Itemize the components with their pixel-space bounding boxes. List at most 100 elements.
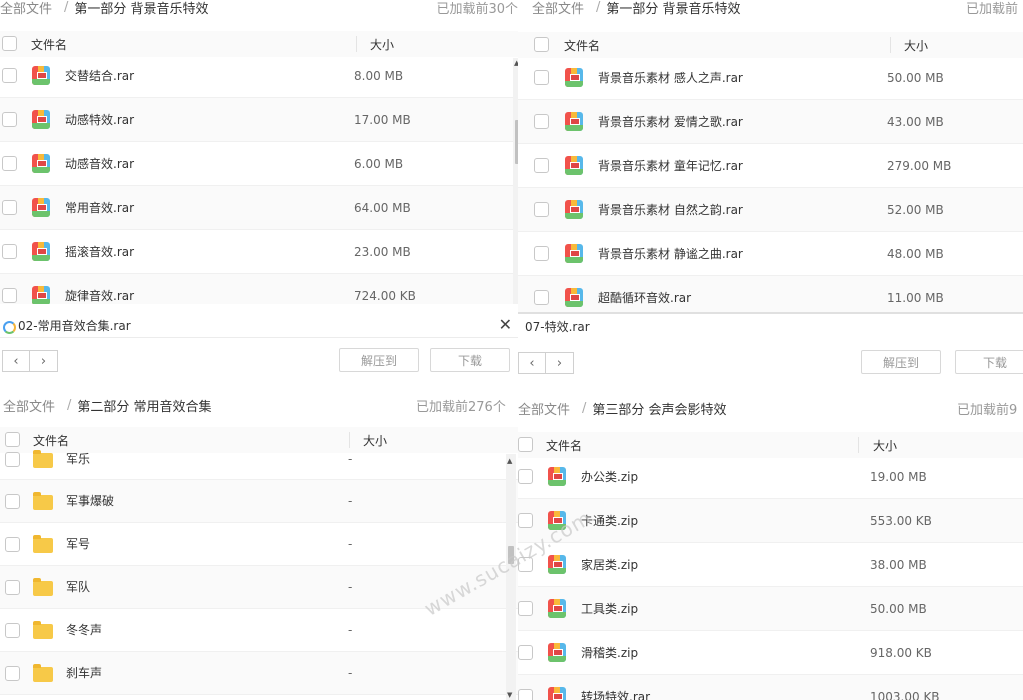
row-checkbox[interactable] xyxy=(534,114,549,129)
row-checkbox[interactable] xyxy=(518,601,533,616)
file-name[interactable]: 常用音效.rar xyxy=(65,186,134,230)
row-checkbox[interactable] xyxy=(5,623,20,638)
column-size-header[interactable]: 大小 xyxy=(873,437,897,454)
file-name[interactable]: 家居类.zip xyxy=(581,543,638,587)
row-checkbox[interactable] xyxy=(2,244,17,259)
table-row[interactable]: 背景音乐素材 童年记忆.rar 279.00 MB xyxy=(518,144,1023,188)
table-row[interactable]: 军乐 - xyxy=(0,438,518,480)
row-checkbox[interactable] xyxy=(5,494,20,509)
select-all-checkbox[interactable] xyxy=(534,37,549,52)
row-checkbox[interactable] xyxy=(2,68,17,83)
row-checkbox[interactable] xyxy=(2,200,17,215)
file-name[interactable]: 背景音乐素材 爱情之歌.rar xyxy=(598,100,743,144)
table-row[interactable]: 工具类.zip 50.00 MB xyxy=(518,587,1023,631)
table-row[interactable]: 动感特效.rar 17.00 MB xyxy=(0,98,518,142)
column-name-header[interactable]: 文件名 xyxy=(546,437,582,454)
file-name[interactable]: 军号 xyxy=(66,523,90,566)
table-row[interactable]: 滑稽类.zip 918.00 KB xyxy=(518,631,1023,675)
table-row[interactable]: 办公类.zip 19.00 MB xyxy=(518,455,1023,499)
file-name[interactable]: 摇滚音效.rar xyxy=(65,230,134,274)
row-checkbox[interactable] xyxy=(518,557,533,572)
row-checkbox[interactable] xyxy=(5,537,20,552)
select-all-checkbox[interactable] xyxy=(518,437,533,452)
file-name[interactable]: 卡通类.zip xyxy=(581,499,638,543)
file-name[interactable]: 背景音乐素材 感人之声.rar xyxy=(598,56,743,100)
scroll-up-arrow-icon[interactable]: ▲ xyxy=(507,457,512,465)
row-checkbox[interactable] xyxy=(534,70,549,85)
row-checkbox[interactable] xyxy=(534,246,549,261)
table-row[interactable]: 军队 - xyxy=(0,566,518,609)
close-icon[interactable]: ✕ xyxy=(499,317,512,333)
table-row[interactable]: 背景音乐素材 爱情之歌.rar 43.00 MB xyxy=(518,100,1023,144)
row-checkbox[interactable] xyxy=(534,158,549,173)
breadcrumb-root[interactable]: 全部文件 xyxy=(532,0,584,17)
file-name[interactable]: 旋律音效.rar xyxy=(65,274,134,304)
breadcrumb-root[interactable]: 全部文件 xyxy=(518,399,570,418)
table-row[interactable]: 刹车声 - xyxy=(0,652,518,695)
scroll-down-arrow-icon[interactable]: ▼ xyxy=(507,691,512,699)
table-row[interactable]: 家居类.zip 38.00 MB xyxy=(518,543,1023,587)
file-name[interactable]: 军乐 xyxy=(66,438,90,480)
file-name[interactable]: 动感特效.rar xyxy=(65,98,134,142)
row-checkbox[interactable] xyxy=(518,689,533,700)
column-divider[interactable] xyxy=(890,37,891,53)
row-checkbox[interactable] xyxy=(518,645,533,660)
row-checkbox[interactable] xyxy=(2,288,17,303)
column-divider[interactable] xyxy=(356,36,357,52)
row-checkbox[interactable] xyxy=(518,469,533,484)
file-name[interactable]: 军事爆破 xyxy=(66,480,114,523)
table-row[interactable]: 常用音效.rar 64.00 MB xyxy=(0,186,518,230)
row-checkbox[interactable] xyxy=(2,112,17,127)
table-row[interactable]: 冬冬声 - xyxy=(0,609,518,652)
column-divider[interactable] xyxy=(858,437,859,453)
download-button[interactable]: 下载 xyxy=(430,348,510,372)
row-checkbox[interactable] xyxy=(534,290,549,305)
file-name[interactable]: 背景音乐素材 静谧之曲.rar xyxy=(598,232,743,276)
forward-button[interactable]: › xyxy=(546,352,574,374)
file-name[interactable]: 办公类.zip xyxy=(581,455,638,499)
download-button[interactable]: 下载 xyxy=(955,350,1023,374)
extract-button[interactable]: 解压到 xyxy=(861,350,941,374)
column-name-header[interactable]: 文件名 xyxy=(564,37,600,54)
table-row[interactable]: 旋律音效.rar 724.00 KB xyxy=(0,274,518,304)
breadcrumb-root[interactable]: 全部文件 xyxy=(0,0,52,17)
row-checkbox[interactable] xyxy=(534,202,549,217)
table-row[interactable]: 背景音乐素材 静谧之曲.rar 48.00 MB xyxy=(518,232,1023,276)
file-name[interactable]: 军队 xyxy=(66,566,90,609)
table-row[interactable]: 动感音效.rar 6.00 MB xyxy=(0,142,518,186)
file-name[interactable]: 刹车声 xyxy=(66,652,102,695)
table-row[interactable]: 转场特效.rar 1003.00 KB xyxy=(518,675,1023,700)
row-checkbox[interactable] xyxy=(518,513,533,528)
table-row[interactable]: 背景音乐素材 感人之声.rar 50.00 MB xyxy=(518,56,1023,100)
scrollbar-thumb[interactable] xyxy=(508,546,514,564)
back-button[interactable]: ‹ xyxy=(518,352,546,374)
column-size-header[interactable]: 大小 xyxy=(904,37,928,54)
forward-button[interactable]: › xyxy=(30,350,58,372)
column-size-header[interactable]: 大小 xyxy=(370,36,394,53)
file-name[interactable]: 工具类.zip xyxy=(581,587,638,631)
breadcrumb-root[interactable]: 全部文件 xyxy=(3,396,55,415)
file-name[interactable]: 转场特效.rar xyxy=(581,675,650,700)
row-checkbox[interactable] xyxy=(5,580,20,595)
table-row[interactable]: 军号 - xyxy=(0,523,518,566)
file-name[interactable]: 背景音乐素材 童年记忆.rar xyxy=(598,144,743,188)
row-checkbox[interactable] xyxy=(5,452,20,467)
back-button[interactable]: ‹ xyxy=(2,350,30,372)
table-row[interactable]: 背景音乐素材 自然之韵.rar 52.00 MB xyxy=(518,188,1023,232)
file-name[interactable]: 背景音乐素材 自然之韵.rar xyxy=(598,188,743,232)
column-name-header[interactable]: 文件名 xyxy=(31,36,67,53)
select-all-checkbox[interactable] xyxy=(2,36,17,51)
table-row[interactable]: 交替结合.rar 8.00 MB xyxy=(0,54,518,98)
scrollbar[interactable]: ▲ ▼ xyxy=(506,454,516,700)
extract-button[interactable]: 解压到 xyxy=(339,348,419,372)
file-name[interactable]: 冬冬声 xyxy=(66,609,102,652)
file-name[interactable]: 动感音效.rar xyxy=(65,142,134,186)
row-checkbox[interactable] xyxy=(5,666,20,681)
file-name[interactable]: 超酷循环音效.rar xyxy=(598,276,691,314)
table-row[interactable]: 卡通类.zip 553.00 KB xyxy=(518,499,1023,543)
file-name[interactable]: 滑稽类.zip xyxy=(581,631,638,675)
row-checkbox[interactable] xyxy=(2,156,17,171)
table-row[interactable]: 摇滚音效.rar 23.00 MB xyxy=(0,230,518,274)
table-row[interactable]: 超酷循环音效.rar 11.00 MB xyxy=(518,276,1023,314)
file-name[interactable]: 交替结合.rar xyxy=(65,54,134,98)
